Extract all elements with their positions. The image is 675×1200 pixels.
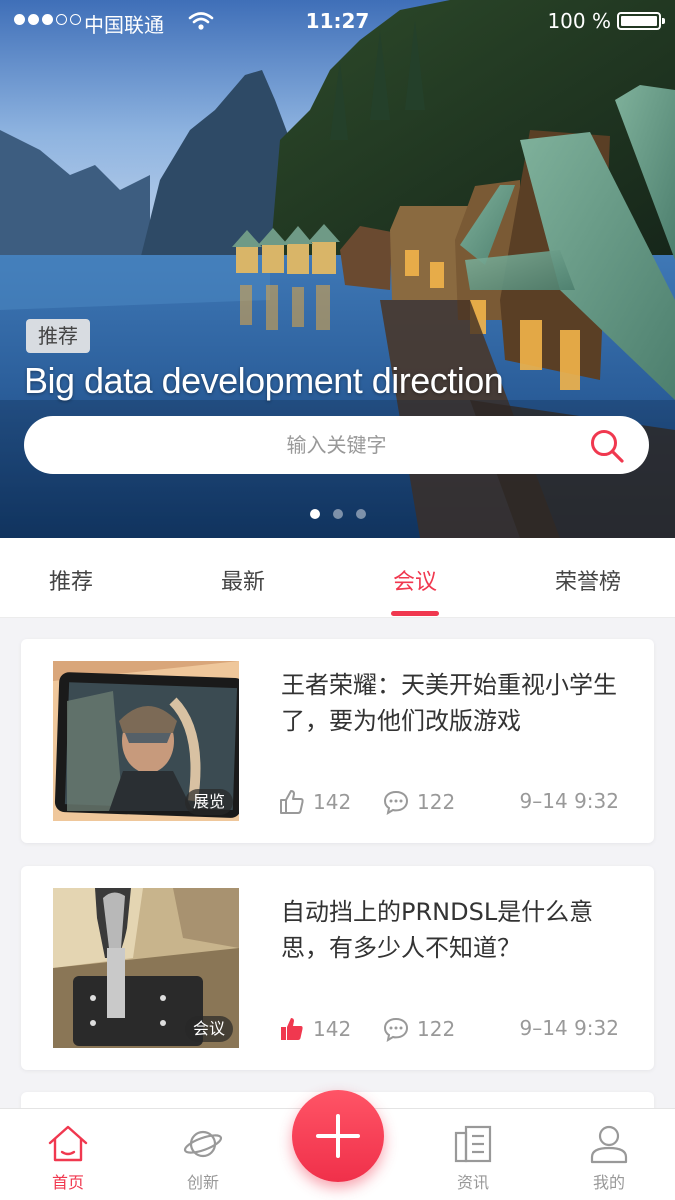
like-count: 142 — [313, 1017, 352, 1041]
user-icon — [590, 1125, 628, 1164]
tab-latest[interactable]: 最新 — [183, 564, 303, 596]
home-icon — [48, 1125, 88, 1162]
comment-icon — [383, 790, 409, 815]
status-bar: 中国联通 11:27 100 % — [0, 0, 675, 42]
news-icon — [454, 1125, 492, 1163]
carousel-dot[interactable] — [309, 509, 320, 519]
nav-news[interactable]: 资讯 — [428, 1123, 518, 1193]
thumbs-up-icon — [280, 790, 304, 814]
comment-count: 122 — [417, 790, 456, 814]
battery-icon — [617, 12, 665, 30]
hero-banner[interactable]: 中国联通 11:27 100 % 推荐 Big data development… — [0, 0, 675, 538]
comment-count: 122 — [417, 1017, 456, 1041]
tab-recommended[interactable]: 推荐 — [11, 564, 131, 596]
active-tab-indicator — [391, 611, 439, 616]
article-title[interactable]: 王者荣耀：天美开始重视小学生了，要为他们改版游戏 — [281, 667, 621, 739]
category-tabs: 推荐 最新 会议 荣誉榜 — [0, 538, 675, 618]
carousel-dot[interactable] — [332, 509, 343, 519]
battery-percent: 100 % — [547, 9, 611, 33]
search-icon[interactable] — [589, 428, 625, 464]
nav-home[interactable]: 首页 — [23, 1123, 113, 1193]
thumbs-up-filled-icon — [281, 1018, 303, 1040]
nav-profile[interactable]: 我的 — [564, 1123, 654, 1193]
search-bar[interactable] — [24, 416, 649, 474]
carousel-dot[interactable] — [355, 509, 366, 519]
article-date: 9–14 9:32 — [519, 1016, 619, 1040]
carousel-dots — [0, 509, 675, 519]
planet-icon — [183, 1130, 223, 1158]
article-tag: 会议 — [184, 1016, 233, 1042]
article-meta: 142 122 9–14 9:32 — [279, 1014, 619, 1044]
nav-label: 创新 — [186, 1173, 219, 1192]
hero-badge: 推荐 — [26, 319, 90, 353]
article-card[interactable]: 会议 自动挡上的PRNDSL是什么意思，有多少人不知道？ 142 122 9–1… — [21, 866, 654, 1070]
comment-icon — [383, 1017, 409, 1042]
comment-button[interactable]: 122 — [383, 789, 455, 815]
add-button[interactable] — [292, 1090, 384, 1182]
article-date: 9–14 9:32 — [519, 789, 619, 813]
tab-conference[interactable]: 会议 — [355, 564, 475, 596]
search-input[interactable] — [84, 426, 589, 464]
nav-innovation[interactable]: 创新 — [158, 1123, 248, 1193]
tab-honor-list[interactable]: 荣誉榜 — [528, 564, 648, 596]
hero-title[interactable]: Big data development direction — [24, 360, 504, 402]
article-card[interactable]: 展览 王者荣耀：天美开始重视小学生了，要为他们改版游戏 142 122 9–14… — [21, 639, 654, 843]
article-tag: 展览 — [184, 789, 233, 815]
like-count: 142 — [313, 790, 352, 814]
article-thumbnail: 会议 — [53, 888, 239, 1048]
nav-label: 资讯 — [456, 1173, 489, 1192]
like-button[interactable]: 142 — [279, 1016, 351, 1042]
article-thumbnail: 展览 — [53, 661, 239, 821]
like-button[interactable]: 142 — [279, 789, 351, 815]
nav-label: 我的 — [592, 1173, 625, 1192]
article-title[interactable]: 自动挡上的PRNDSL是什么意思，有多少人不知道？ — [281, 894, 621, 966]
comment-button[interactable]: 122 — [383, 1016, 455, 1042]
nav-label: 首页 — [51, 1173, 84, 1192]
article-meta: 142 122 9–14 9:32 — [279, 787, 619, 817]
